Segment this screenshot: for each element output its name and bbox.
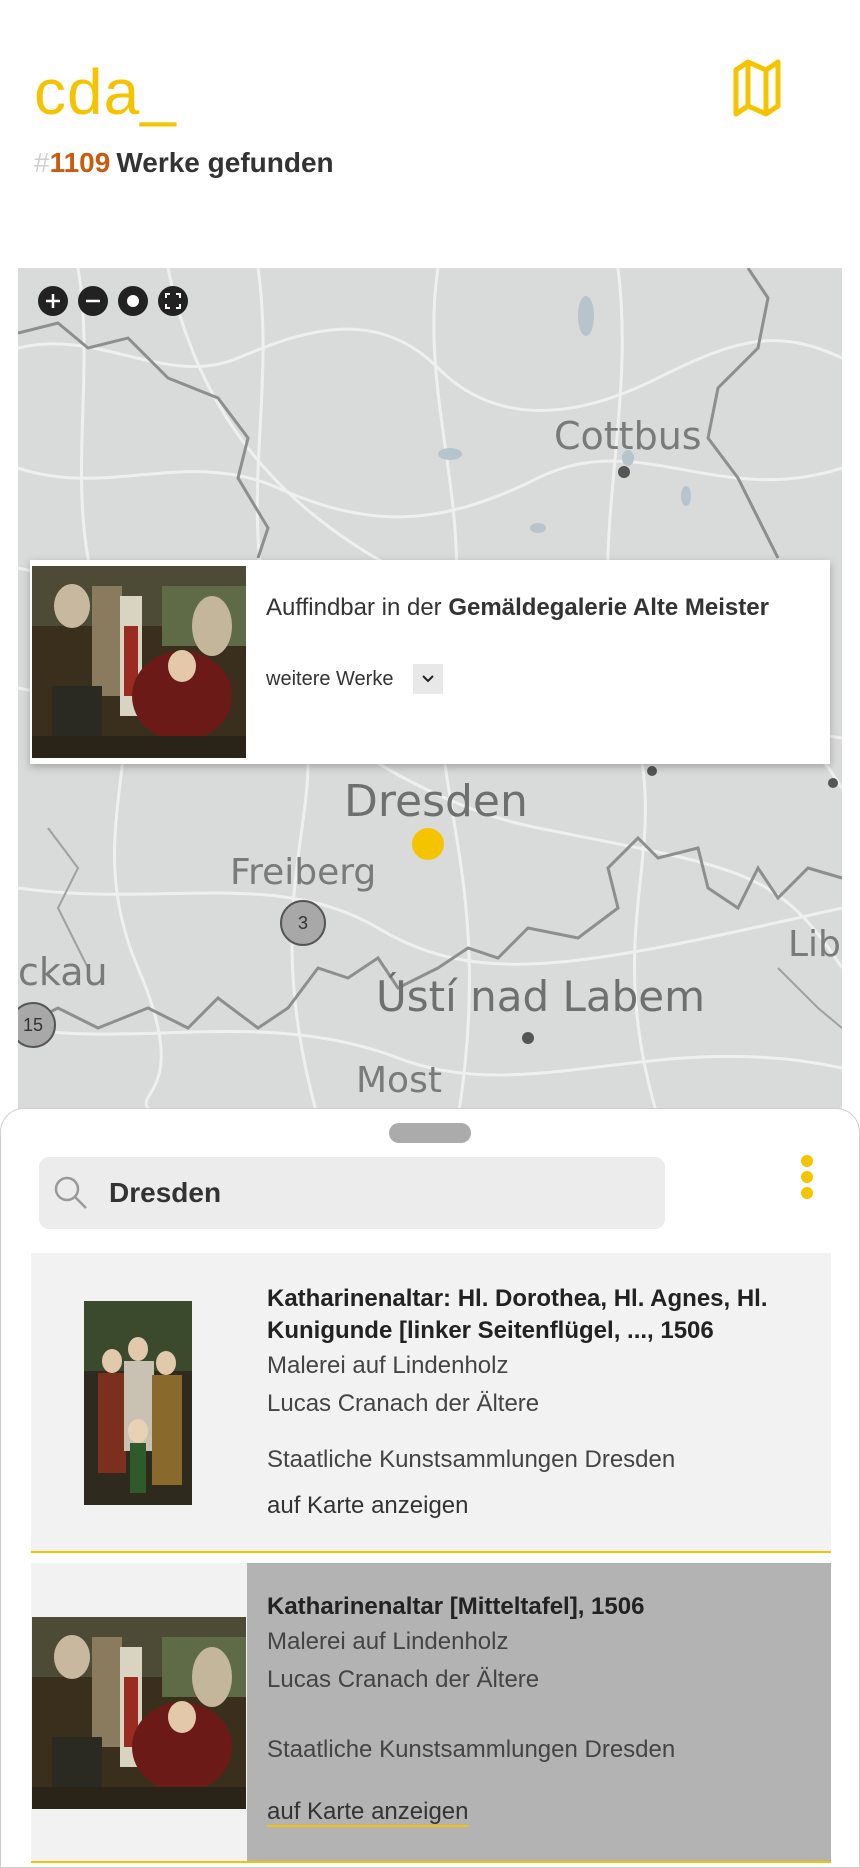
city-label-cottbus: Cottbus: [554, 414, 702, 458]
show-on-map-link[interactable]: auf Karte anzeigen: [267, 1793, 807, 1831]
map-popup: Auffindbar in der Gemäldegalerie Alte Me…: [30, 560, 830, 764]
results-count: 1109: [49, 147, 111, 178]
city-label-freiberg: Freiberg: [230, 852, 377, 893]
city-dot: [828, 778, 838, 788]
chevron-down-icon[interactable]: [413, 664, 444, 694]
results-sheet: Katharinenaltar: Hl. Dorothea, Hl. Agnes…: [0, 1108, 860, 1868]
result-title[interactable]: Katharinenaltar: Hl. Dorothea, Hl. Agnes…: [267, 1283, 807, 1347]
location-marker[interactable]: [412, 828, 444, 860]
result-text: Katharinenaltar [Mitteltafel], 1506 Male…: [267, 1591, 807, 1831]
result-collection: Staatliche Kunstsammlungen Dresden: [267, 1736, 676, 1763]
city-dot: [647, 766, 657, 776]
result-technique: Malerei auf Lindenholz: [267, 1628, 509, 1655]
locate-icon[interactable]: [118, 286, 148, 316]
result-card[interactable]: Katharinenaltar: Hl. Dorothea, Hl. Agnes…: [31, 1253, 831, 1553]
show-on-map-link[interactable]: auf Karte anzeigen: [267, 1487, 807, 1525]
popup-museum: Gemäldegalerie Alte Meister: [448, 594, 769, 621]
cluster-marker[interactable]: 3: [280, 900, 326, 946]
fullscreen-icon[interactable]: [158, 286, 188, 316]
artwork-thumbnail[interactable]: [84, 1301, 192, 1510]
result-artist: Lucas Cranach der Ältere: [267, 1666, 540, 1693]
result-title[interactable]: Katharinenaltar [Mitteltafel], 1506: [267, 1591, 807, 1623]
more-works: weitere Werke: [266, 664, 444, 694]
logo[interactable]: cda_: [34, 52, 177, 132]
results-label: Werke gefunden: [116, 147, 334, 178]
sheet-drag-handle[interactable]: [389, 1123, 471, 1143]
city-dot-cottbus: [618, 466, 630, 478]
city-label-dresden: Dresden: [344, 776, 528, 827]
search-bar: [39, 1157, 665, 1229]
result-technique: Malerei auf Lindenholz: [267, 1352, 509, 1379]
map-icon[interactable]: [732, 58, 782, 118]
search-icon: [54, 1176, 87, 1209]
results-hash: #: [34, 147, 50, 178]
result-card[interactable]: Katharinenaltar [Mitteltafel], 1506 Male…: [31, 1563, 831, 1863]
artwork-thumbnail[interactable]: [32, 566, 246, 758]
header: cda_ #1109 Werke gefunden: [0, 0, 860, 260]
more-works-label: weitere Werke: [266, 667, 394, 690]
result-text: Katharinenaltar: Hl. Dorothea, Hl. Agnes…: [267, 1283, 807, 1525]
city-dot-usti: [522, 1032, 534, 1044]
search-input[interactable]: [109, 1177, 609, 1209]
zoom-out-icon[interactable]: [78, 286, 108, 316]
result-collection: Staatliche Kunstsammlungen Dresden: [267, 1446, 676, 1473]
result-artist: Lucas Cranach der Ältere: [267, 1390, 540, 1417]
more-options-icon[interactable]: [797, 1155, 817, 1205]
popup-location-text: Auffindbar in der Gemäldegalerie Alte Me…: [266, 594, 769, 622]
city-label-ckau: ckau: [18, 950, 108, 994]
results-count-line: #1109 Werke gefunden: [34, 145, 334, 181]
city-label-most: Most: [356, 1060, 442, 1101]
city-label-usti: Ústí nad Labem: [376, 972, 706, 1021]
map-controls: [38, 286, 188, 316]
city-label-lib: Lib: [788, 924, 841, 965]
zoom-in-icon[interactable]: [38, 286, 68, 316]
artwork-thumbnail[interactable]: [31, 1617, 247, 1814]
popup-prefix: Auffindbar in der: [266, 594, 442, 621]
